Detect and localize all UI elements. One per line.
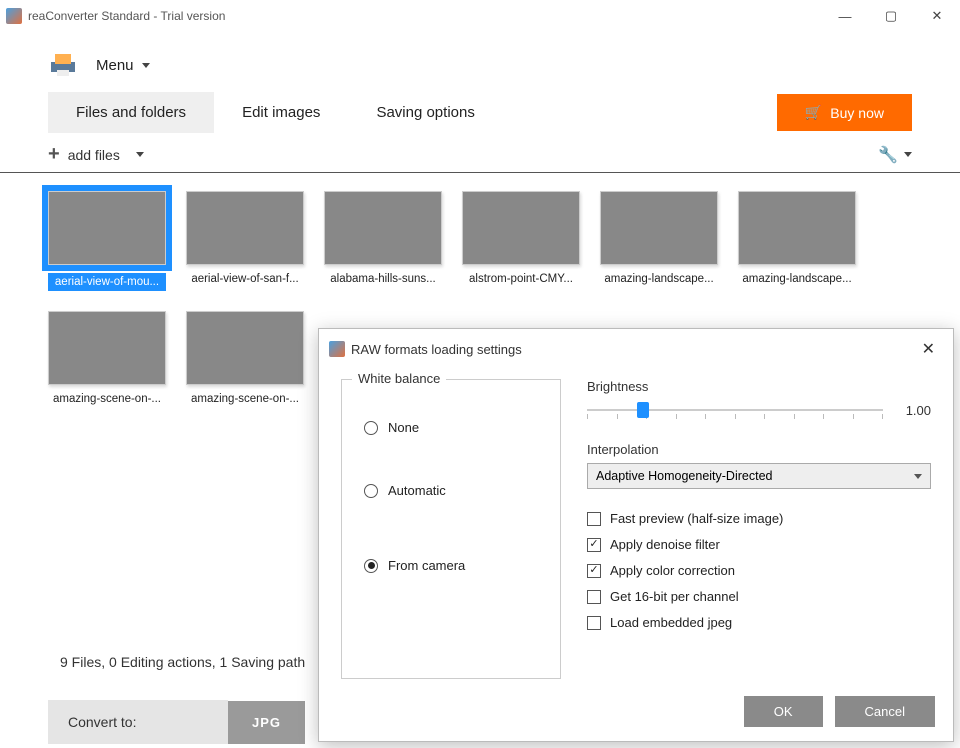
white-balance-group: White balance None Automatic From camera (341, 379, 561, 679)
tab-saving-options[interactable]: Saving options (348, 92, 502, 133)
thumbnail-item[interactable]: amazing-landscape... (738, 191, 856, 291)
caret-down-icon[interactable] (136, 152, 144, 157)
thumbnail-image (738, 191, 856, 265)
raw-settings-dialog: RAW formats loading settings ✕ White bal… (318, 328, 954, 742)
thumbnail-caption: amazing-landscape... (600, 273, 718, 285)
thumbnail-caption: aerial-view-of-mou... (48, 273, 166, 291)
dialog-titlebar: RAW formats loading settings ✕ (319, 329, 953, 369)
tabs: Files and folders Edit images Saving opt… (0, 92, 960, 133)
thumbnail-image (186, 191, 304, 265)
radio-automatic[interactable]: Automatic (364, 483, 538, 498)
dialog-close-button[interactable]: ✕ (914, 335, 943, 363)
plus-icon: + (48, 143, 60, 166)
check-color-correction[interactable]: Apply color correction (587, 563, 931, 578)
thumbnail-caption: amazing-landscape... (738, 273, 856, 285)
thumbnail-item[interactable]: amazing-scene-on-... (48, 311, 166, 405)
caret-down-icon (142, 63, 150, 68)
caret-down-icon (914, 474, 922, 479)
checkbox-icon (587, 512, 601, 526)
thumbnail-image (48, 311, 166, 385)
slider-thumb[interactable] (637, 402, 649, 418)
checkbox-icon (587, 538, 601, 552)
minimize-button[interactable]: — (822, 0, 868, 32)
titlebar: reaConverter Standard - Trial version — … (0, 0, 960, 32)
buy-now-button[interactable]: 🛒 Buy now (777, 94, 912, 131)
interpolation-label: Interpolation (587, 442, 931, 457)
printer-icon (48, 50, 78, 80)
checkbox-icon (587, 590, 601, 604)
thumbnail-caption: amazing-scene-on-... (186, 393, 304, 405)
thumbnail-image (462, 191, 580, 265)
thumbnail-item[interactable]: amazing-scene-on-... (186, 311, 304, 405)
radio-icon (364, 484, 378, 498)
thumbnail-caption: alstrom-point-CMY... (462, 273, 580, 285)
caret-down-icon[interactable] (904, 152, 912, 157)
check-embedded-jpeg[interactable]: Load embedded jpeg (587, 615, 931, 630)
thumbnail-caption: amazing-scene-on-... (48, 393, 166, 405)
radio-icon (364, 559, 378, 573)
format-button[interactable]: JPG (228, 701, 305, 744)
checkbox-icon (587, 616, 601, 630)
check-denoise[interactable]: Apply denoise filter (587, 537, 931, 552)
thumbnail-item[interactable]: aerial-view-of-mou... (48, 191, 166, 291)
window-title: reaConverter Standard - Trial version (28, 9, 225, 23)
cancel-button[interactable]: Cancel (835, 696, 935, 727)
close-button[interactable]: ✕ (914, 0, 960, 32)
brightness-value: 1.00 (897, 403, 931, 418)
convert-bar: Convert to: JPG (0, 700, 353, 744)
thumbnail-image (186, 311, 304, 385)
radio-icon (364, 421, 378, 435)
white-balance-legend: White balance (352, 371, 446, 386)
thumbnail-image (324, 191, 442, 265)
brightness-label: Brightness (587, 379, 931, 394)
thumbnail-caption: alabama-hills-suns... (324, 273, 442, 285)
thumbnail-item[interactable]: alabama-hills-suns... (324, 191, 442, 291)
radio-none[interactable]: None (364, 420, 538, 435)
thumbnail-item[interactable]: amazing-landscape... (600, 191, 718, 291)
dialog-title: RAW formats loading settings (351, 342, 522, 357)
add-files-button[interactable]: add files (68, 147, 120, 163)
tab-files-and-folders[interactable]: Files and folders (48, 92, 214, 133)
check-fast-preview[interactable]: Fast preview (half-size image) (587, 511, 931, 526)
wrench-icon[interactable]: 🔧 (878, 145, 898, 165)
menubar: Menu (0, 32, 960, 92)
toolbar: + add files 🔧 (0, 133, 960, 173)
interpolation-select[interactable]: Adaptive Homogeneity-Directed (587, 463, 931, 489)
ok-button[interactable]: OK (744, 696, 823, 727)
status-text: 9 Files, 0 Editing actions, 1 Saving pat… (0, 636, 365, 688)
app-icon (329, 341, 345, 357)
thumbnail-item[interactable]: alstrom-point-CMY... (462, 191, 580, 291)
app-icon (6, 8, 22, 24)
maximize-button[interactable]: ▢ (868, 0, 914, 32)
thumbnail-item[interactable]: aerial-view-of-san-f... (186, 191, 304, 291)
radio-from-camera[interactable]: From camera (364, 558, 538, 573)
tab-edit-images[interactable]: Edit images (214, 92, 348, 133)
thumbnail-image (600, 191, 718, 265)
thumbnail-image (48, 191, 166, 265)
convert-to-label: Convert to: (48, 700, 228, 744)
thumbnail-caption: aerial-view-of-san-f... (186, 273, 304, 285)
check-16bit[interactable]: Get 16-bit per channel (587, 589, 931, 604)
brightness-slider[interactable] (587, 400, 883, 420)
menu-button[interactable]: Menu (96, 57, 150, 74)
cart-icon: 🛒 (805, 104, 822, 121)
checkbox-icon (587, 564, 601, 578)
